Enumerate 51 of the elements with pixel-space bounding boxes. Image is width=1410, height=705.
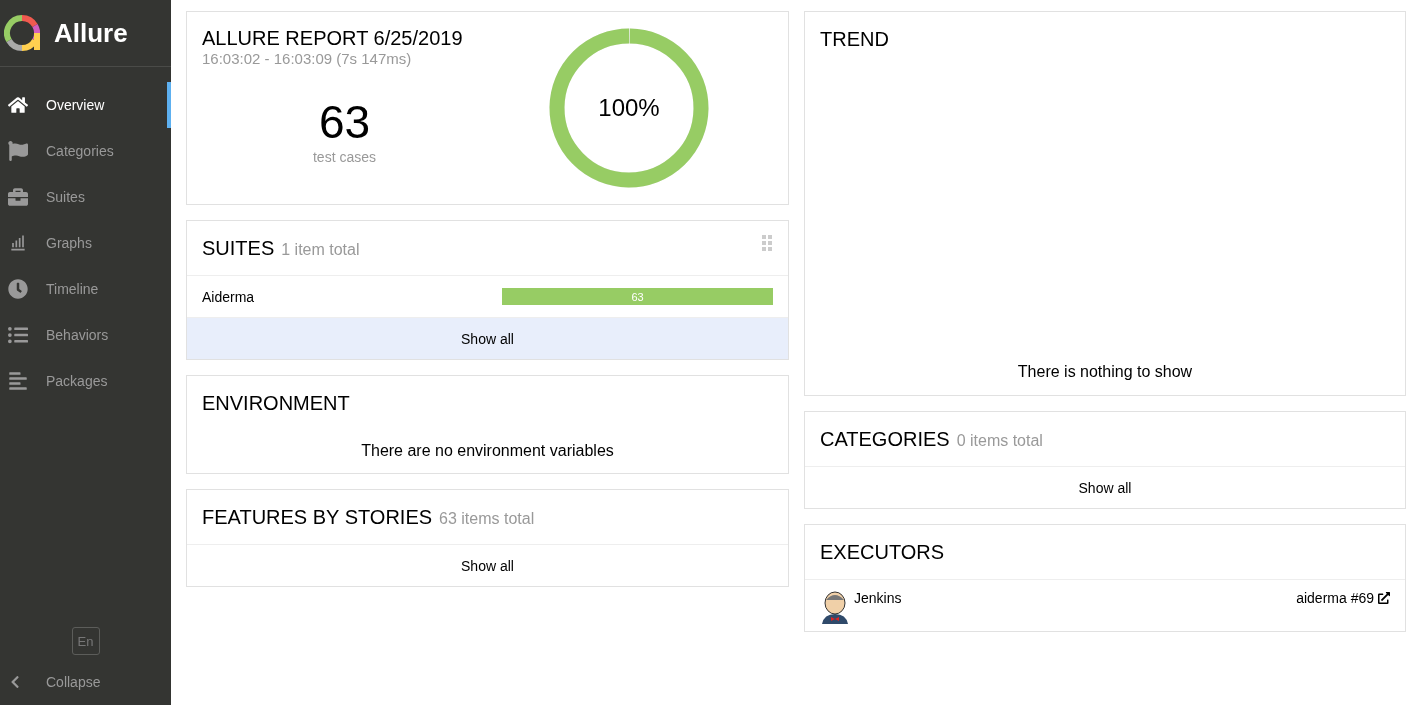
external-link-icon	[1378, 592, 1390, 604]
sidebar-label: Overview	[46, 97, 105, 113]
sidebar-item[interactable]: Graphs	[0, 220, 171, 266]
sidebar-item[interactable]: Suites	[0, 174, 171, 220]
sidebar-item[interactable]: Timeline	[0, 266, 171, 312]
item-count: 1 item total	[281, 240, 360, 259]
collapse-button[interactable]: Collapse	[0, 667, 171, 697]
item-count: 0 items total	[956, 431, 1043, 450]
show-all-button[interactable]: Show all	[187, 317, 788, 359]
sidebar-label: Graphs	[46, 235, 92, 251]
collapse-label: Collapse	[46, 674, 101, 690]
sidebar-label: Timeline	[46, 281, 99, 297]
item-count: 63 items total	[439, 509, 535, 528]
clock-icon	[8, 279, 28, 299]
card-title: EXECUTORS	[820, 540, 945, 564]
empty-message: There are no environment variables	[360, 442, 615, 460]
language-button[interactable]: En	[71, 627, 100, 655]
active-marker	[167, 82, 171, 128]
sidebar-label: Suites	[46, 189, 85, 205]
butler-avatar-icon	[820, 590, 850, 624]
allure-logo-icon	[4, 15, 40, 51]
card-title: ENVIRONMENT	[202, 391, 350, 415]
drag-handle-icon[interactable]	[762, 235, 772, 251]
list-icon	[8, 325, 28, 345]
card-title: SUITES	[202, 236, 275, 260]
sidebar-item[interactable]: Packages	[0, 358, 171, 404]
donut-percent: 100%	[598, 94, 660, 122]
empty-message: There is nothing to show	[1016, 363, 1194, 381]
executor-name: Jenkins	[854, 590, 902, 606]
sidebar-label: Categories	[46, 143, 114, 159]
suite-name: Aiderma	[202, 288, 255, 305]
card-title: TREND	[820, 27, 889, 51]
app-name: Allure	[54, 17, 128, 49]
test-count: 63	[318, 95, 371, 149]
sidebar-label: Packages	[46, 373, 108, 389]
lines-icon	[8, 371, 28, 391]
card-title: CATEGORIES	[820, 427, 950, 451]
build-link[interactable]: aiderma #69	[1296, 590, 1390, 606]
sidebar-item[interactable]: Categories	[0, 128, 171, 174]
briefcase-icon	[8, 187, 28, 207]
report-time: 16:03:02 - 16:03:09 (7s 147ms)	[202, 50, 413, 67]
bar-chart-icon	[8, 233, 28, 253]
sidebar-label: Behaviors	[46, 327, 109, 343]
test-count-label: test cases	[313, 149, 376, 165]
sidebar-item[interactable]: Overview	[0, 82, 171, 128]
suite-bar-fill: 63	[502, 288, 773, 305]
card-title: FEATURES BY STORIES	[202, 505, 433, 529]
report-title: ALLURE REPORT 6/25/2019	[202, 27, 464, 50]
sidebar-item[interactable]: Behaviors	[0, 312, 171, 358]
home-icon	[8, 95, 28, 115]
flag-icon	[8, 141, 28, 161]
